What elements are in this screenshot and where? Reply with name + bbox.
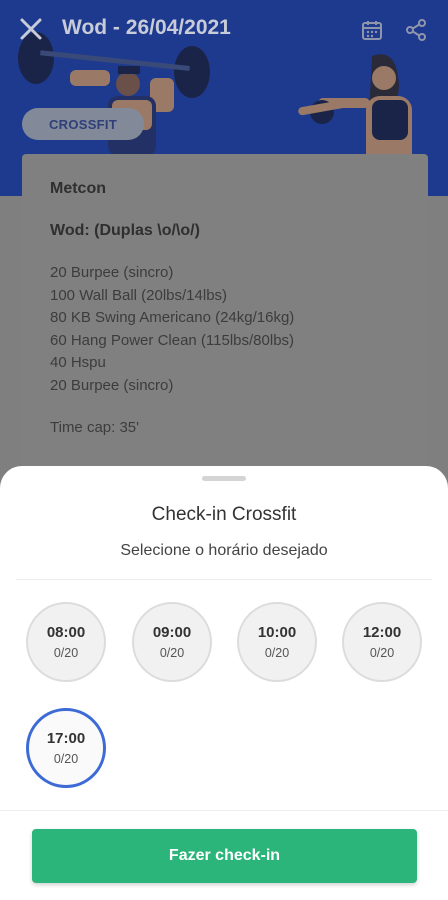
exercise-line: 20 Burpee (sincro)	[50, 376, 174, 394]
slot-time: 08:00	[46, 624, 86, 641]
workout-card: Metcon Wod: (Duplas \o/\o/) 20 Burpee (s…	[22, 154, 428, 484]
workout-exercise-list: 20 Burpee (sincro) 100 Wall Ball (20lbs/…	[50, 262, 400, 397]
slot-time: 10:00	[257, 624, 297, 641]
sheet-title: Check-in Crossfit	[151, 504, 297, 525]
time-slot-1200[interactable]: 12:00 0/20	[342, 602, 422, 682]
page-title: Wod - 26/04/2021	[62, 16, 231, 39]
time-slot-1000[interactable]: 10:00 0/20	[237, 602, 317, 682]
slot-capacity: 0/20	[264, 646, 290, 660]
slot-capacity: 0/20	[159, 646, 185, 660]
checkin-button[interactable]: Fazer check-in	[32, 829, 417, 883]
sheet-drag-handle[interactable]	[202, 476, 246, 481]
slot-time: 12:00	[362, 624, 402, 641]
divider	[16, 579, 432, 580]
slot-capacity: 0/20	[53, 752, 79, 766]
calendar-icon[interactable]	[360, 18, 384, 42]
exercise-line: 40 Hspu	[50, 354, 106, 371]
exercise-line: 20 Burpee (sincro)	[50, 264, 174, 281]
time-slot-0900[interactable]: 09:00 0/20	[132, 602, 212, 682]
workout-section-title: Metcon	[50, 180, 106, 197]
slot-capacity: 0/20	[53, 646, 79, 660]
slot-time: 09:00	[152, 624, 192, 641]
sheet-subtitle: Selecione o horário desejado	[120, 542, 328, 559]
checkin-bottom-sheet: Check-in Crossfit Selecione o horário de…	[0, 466, 448, 900]
slot-capacity: 0/20	[369, 646, 395, 660]
close-icon[interactable]	[18, 16, 44, 42]
workout-subtitle: Wod: (Duplas \o/\o/)	[50, 222, 200, 239]
exercise-line: 60 Hang Power Clean (115lbs/80lbs)	[50, 331, 295, 349]
share-icon[interactable]	[404, 18, 428, 42]
exercise-line: 100 Wall Ball (20lbs/14lbs)	[50, 286, 228, 304]
action-bar: Fazer check-in	[0, 810, 448, 900]
time-slot-1700-selected[interactable]: 17:00 0/20	[26, 708, 106, 788]
time-cap: Time cap: 35'	[50, 419, 140, 436]
category-badge: CROSSFIT	[22, 108, 144, 140]
slot-time: 17:00	[46, 730, 86, 747]
time-slot-0800[interactable]: 08:00 0/20	[26, 602, 106, 682]
exercise-line: 80 KB Swing Americano (24kg/16kg)	[50, 309, 295, 326]
